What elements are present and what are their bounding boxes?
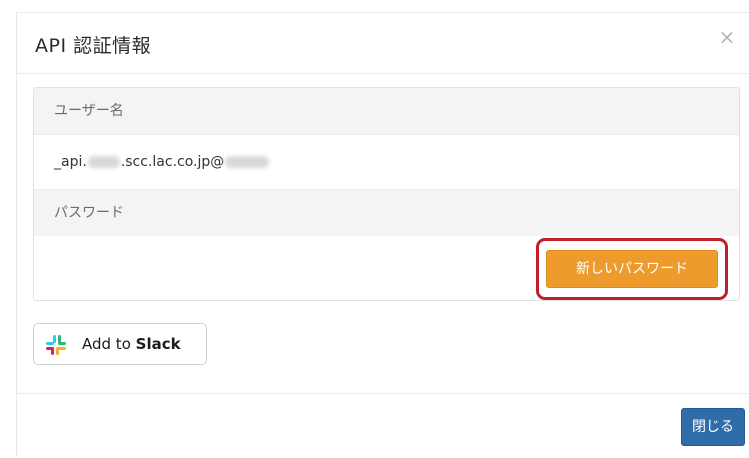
slack-brand-text: Slack [135, 335, 181, 353]
password-label: パスワード [34, 190, 739, 236]
close-icon[interactable]: × [715, 25, 739, 49]
dialog-footer: 閉じる [17, 393, 749, 458]
username-value: _api. .scc.lac.co.jp@ [34, 134, 739, 190]
password-action-row: 新しいパスワード [34, 236, 739, 300]
slack-logo-icon [46, 335, 66, 355]
add-to-slack-button[interactable]: Add to Slack [33, 323, 207, 365]
redacted-segment [87, 156, 120, 168]
new-password-button[interactable]: 新しいパスワード [546, 250, 718, 288]
username-label: ユーザー名 [34, 88, 739, 134]
credentials-panel: ユーザー名 _api. .scc.lac.co.jp@ パスワード 新しいパスワー… [33, 87, 740, 301]
api-credentials-dialog: API 認証情報 × ユーザー名 _api. .scc.lac.co.jp@ パス… [16, 12, 749, 456]
username-domain: .scc.lac.co.jp@ [120, 154, 225, 170]
dialog-title: API 認証情報 [35, 35, 152, 57]
add-to-text: Add to [82, 335, 136, 353]
close-button[interactable]: 閉じる [681, 408, 745, 446]
redacted-segment [225, 156, 270, 168]
add-to-slack-label: Add to Slack [82, 324, 181, 364]
username-prefix: _api. [54, 154, 87, 170]
dialog-header: API 認証情報 × [17, 13, 749, 74]
